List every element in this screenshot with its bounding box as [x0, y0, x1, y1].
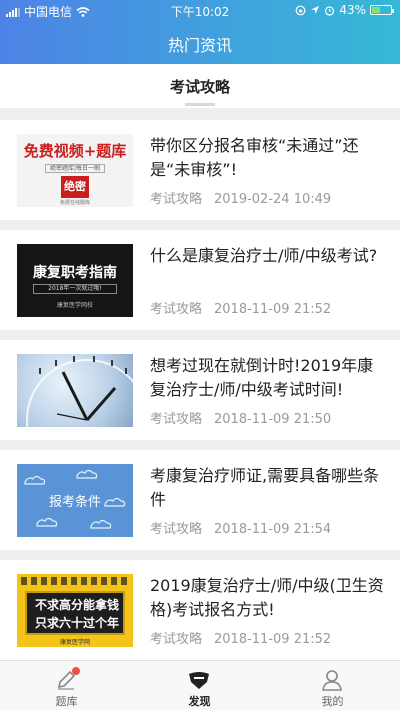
bottom-nav-question-bank[interactable]: 题库 [0, 661, 133, 710]
status-bar: 中国电信 下午10:02 43% [0, 0, 400, 20]
article-title[interactable]: 2019康复治疗士/师/中级(卫生资格)考试报名方式! [150, 574, 386, 622]
article-category: 考试攻略 [150, 522, 203, 537]
list-item[interactable]: 报考条件 考康复治疗师证,需要具备哪些条件 考试攻略 2018-11-09 21:… [0, 450, 400, 550]
article-title[interactable]: 什么是康复治疗士/师/中级考试? [150, 244, 386, 268]
thumbnail-text: 康复医学网校 [56, 302, 93, 309]
article-thumbnail [17, 354, 133, 427]
page-title: 热门资讯 [167, 36, 232, 55]
article-date: 2018-11-09 21:54 [214, 522, 332, 537]
article-date: 2018-11-09 21:52 [214, 302, 332, 317]
article-title[interactable]: 带你区分报名审核“未通过”还是“未审核”! [150, 134, 386, 182]
article-meta: 考试攻略 2019-02-24 10:49 [150, 188, 331, 207]
user-icon [322, 670, 342, 691]
discover-icon [189, 672, 209, 689]
article-category: 考试攻略 [150, 192, 203, 207]
location-icon [311, 6, 320, 14]
article-category: 考试攻略 [150, 412, 203, 427]
thumbnail-text: 报考条件 [48, 495, 101, 510]
article-meta: 考试攻略 2018-11-09 21:50 [150, 408, 331, 427]
thumbnail-text: 绝密 [61, 176, 89, 198]
bottom-nav-discover[interactable]: 发现 [133, 661, 266, 710]
article-thumbnail: 康复职考指南 2018年一次就过哦! 康复医学网校 [17, 244, 133, 317]
article-date: 2018-11-09 21:50 [214, 412, 332, 427]
list-item[interactable]: 想考过现在就倒计时!2019年康复治疗士/师/中级考试时间! 考试攻略 2018-… [0, 340, 400, 440]
article-date: 2018-11-09 21:52 [214, 632, 332, 647]
article-thumbnail: 报考条件 [17, 464, 133, 537]
thumbnail-text: 免费在线题库 [59, 200, 90, 206]
list-item[interactable]: 不求高分能拿钱 只求六十过个年 康复医学网 2019康复治疗士/师/中级(卫生资… [0, 560, 400, 660]
alarm-icon [325, 5, 335, 16]
rotation-lock-icon [295, 5, 306, 15]
article-meta: 考试攻略 2018-11-09 21:54 [150, 518, 331, 537]
clock-image [26, 356, 133, 427]
bottom-navigation: 题库 发现 我的 [0, 660, 400, 710]
battery-icon [370, 5, 394, 15]
article-title[interactable]: 想考过现在就倒计时!2019年康复治疗士/师/中级考试时间! [150, 354, 386, 402]
bottom-nav-label: 我的 [321, 695, 344, 708]
bottom-nav-profile[interactable]: 我的 [266, 661, 399, 710]
article-date: 2019-02-24 10:49 [214, 192, 332, 207]
thumbnail-text: 免费视频+题库 [23, 142, 127, 160]
article-meta: 考试攻略 2018-11-09 21:52 [150, 628, 331, 647]
article-category: 考试攻略 [150, 302, 203, 317]
tab-exam-guide[interactable]: 考试攻略 [0, 76, 400, 97]
article-category: 考试攻略 [150, 632, 203, 647]
bottom-nav-label: 题库 [55, 695, 78, 708]
thumbnail-text: 康复医学网 [59, 639, 90, 646]
list-item[interactable]: 康复职考指南 2018年一次就过哦! 康复医学网校 什么是康复治疗士/师/中级考… [0, 230, 400, 330]
thumbnail-text: 不求高分能拿钱 [34, 598, 119, 612]
bottom-nav-label: 发现 [188, 695, 211, 708]
article-meta: 考试攻略 2018-11-09 21:52 [150, 298, 331, 317]
app-header: 中国电信 下午10:02 43% 热门资讯 [0, 0, 400, 64]
category-tabs: 考试攻略 [0, 64, 400, 108]
thumbnail-text: 只求六十过个年 [34, 616, 119, 630]
article-thumbnail: 不求高分能拿钱 只求六十过个年 康复医学网 [17, 574, 133, 647]
thumbnail-text: 绝密题库|每日一刷 [45, 164, 105, 173]
list-item[interactable]: 免费视频+题库 绝密题库|每日一刷 绝密 免费在线题库 带你区分报名审核“未通过… [0, 120, 400, 220]
battery-percent: 43% [339, 3, 366, 17]
article-list[interactable]: 免费视频+题库 绝密题库|每日一刷 绝密 免费在线题库 带你区分报名审核“未通过… [0, 108, 400, 660]
article-title[interactable]: 考康复治疗师证,需要具备哪些条件 [150, 464, 386, 512]
tab-active-indicator [185, 103, 215, 106]
notification-badge [72, 667, 80, 675]
thumbnail-strip [21, 577, 129, 585]
article-thumbnail: 免费视频+题库 绝密题库|每日一刷 绝密 免费在线题库 [17, 134, 133, 207]
thumbnail-text: 康复职考指南 [33, 265, 117, 281]
thumbnail-text: 2018年一次就过哦! [33, 284, 117, 294]
